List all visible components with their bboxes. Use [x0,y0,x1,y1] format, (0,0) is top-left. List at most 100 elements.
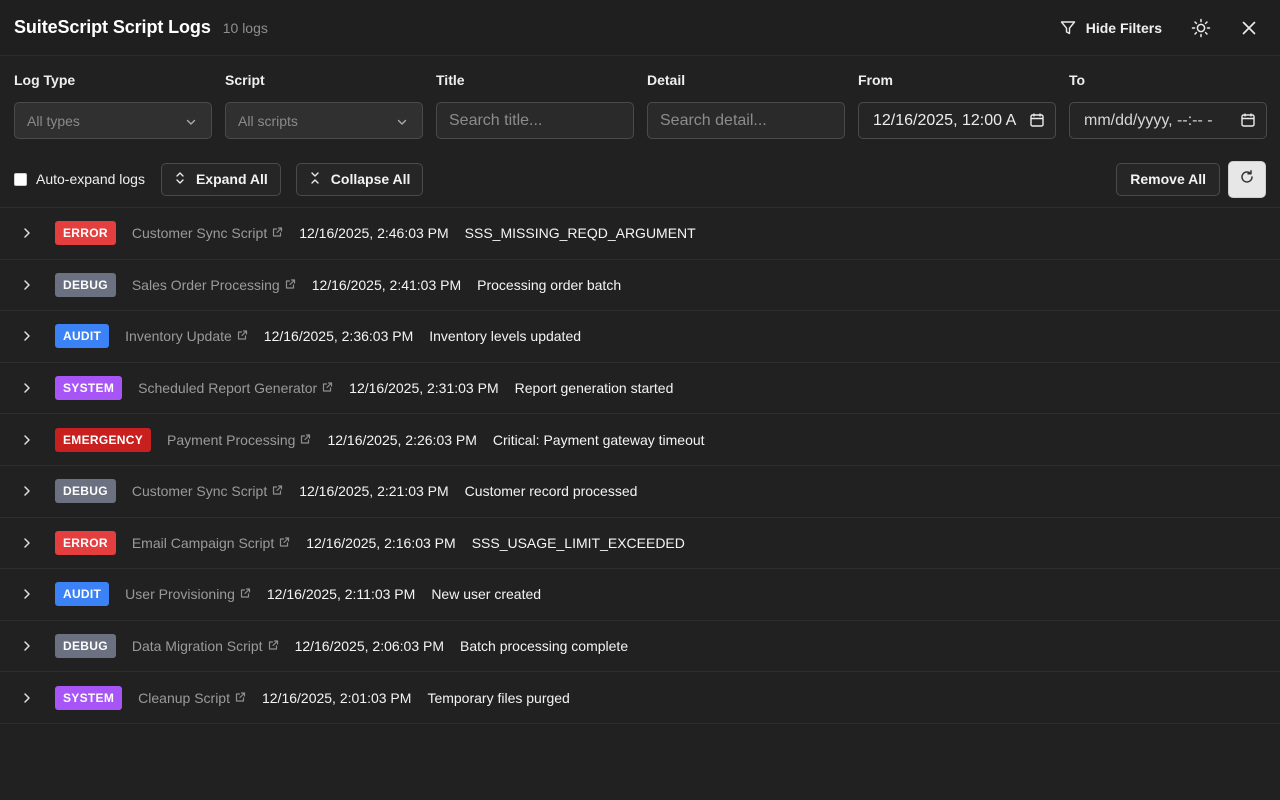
auto-expand-checkbox[interactable]: Auto-expand logs [14,171,145,187]
from-date-value: 12/16/2025, 12:00 A [873,111,1017,129]
script-name: Cleanup Script [138,689,230,706]
log-row[interactable]: SYSTEM Scheduled Report Generator 12/16/… [0,363,1280,415]
calendar-icon[interactable] [1027,112,1045,133]
from-filter: From 12/16/2025, 12:00 A [858,72,1056,139]
expand-all-label: Expand All [195,171,268,187]
checkbox-box[interactable] [14,172,27,186]
collapse-all-button[interactable]: Collapse All [295,162,424,196]
log-level-badge: ERROR [55,221,116,246]
script-name: Customer Sync Script [131,225,268,242]
log-level-badge: DEBUG [55,634,116,659]
chevron-right-icon[interactable] [20,278,34,292]
log-level-badge: ERROR [55,530,116,555]
log-timestamp: 12/16/2025, 2:41:03 PM [311,276,462,293]
chevron-down-icon [185,115,197,131]
refresh-icon [1239,169,1255,190]
log-timestamp: 12/16/2025, 2:31:03 PM [349,380,499,397]
log-timestamp: 12/16/2025, 2:36:03 PM [263,328,414,345]
log-level-badge: SYSTEM [55,376,123,401]
external-link-icon [268,638,279,654]
log-row[interactable]: AUDIT Inventory Update 12/16/2025, 2:36:… [0,311,1280,363]
script-link[interactable]: User Provisioning [125,586,251,602]
chevron-right-icon[interactable] [20,329,34,343]
expand-all-button[interactable]: Expand All [160,162,281,196]
theme-toggle-button[interactable] [1184,11,1218,45]
hide-filters-label: Hide Filters [1085,19,1162,36]
script-select[interactable]: All scripts [225,102,423,139]
calendar-icon[interactable] [1238,112,1256,133]
log-message: Critical: Payment gateway timeout [492,431,705,448]
log-level-badge: AUDIT [55,324,110,349]
log-message: Inventory levels updated [429,328,582,345]
chevron-right-icon[interactable] [20,691,34,705]
log-row[interactable]: DEBUG Data Migration Script 12/16/2025, … [0,621,1280,673]
script-link[interactable]: Payment Processing [167,432,311,448]
to-date-input[interactable]: mm/dd/yyyy, --:-- - [1069,102,1267,139]
script-link[interactable]: Cleanup Script [138,690,246,706]
from-label: From [858,72,893,88]
page-title: SuiteScript Script Logs [14,17,211,37]
external-link-icon [272,483,283,499]
log-message: Customer record processed [464,483,638,500]
external-link-icon [279,535,290,551]
log-message: SSS_USAGE_LIMIT_EXCEEDED [471,534,685,551]
log-type-label: Log Type [14,72,76,88]
log-count: 10 logs [222,19,268,36]
log-timestamp: 12/16/2025, 2:01:03 PM [261,689,412,706]
log-type-select[interactable]: All types [14,102,212,139]
script-filter: Script All scripts [225,72,423,139]
external-link-icon [322,380,333,396]
log-timestamp: 12/16/2025, 2:06:03 PM [294,638,445,655]
toolbar: Auto-expand logs Expand All Collapse All… [0,160,1280,198]
log-message: Batch processing complete [460,638,629,655]
close-button[interactable] [1232,11,1266,45]
hide-filters-button[interactable]: Hide Filters [1052,14,1170,42]
external-link-icon [237,328,248,344]
log-level-badge: DEBUG [55,272,116,297]
chevron-right-icon[interactable] [20,226,34,240]
log-row[interactable]: SYSTEM Cleanup Script 12/16/2025, 2:01:0… [0,672,1280,724]
detail-placeholder: Search detail... [660,111,767,129]
log-level-badge: DEBUG [55,479,116,504]
log-row[interactable]: ERROR Email Campaign Script 12/16/2025, … [0,518,1280,570]
chevron-right-icon[interactable] [20,484,34,498]
remove-all-label: Remove All [1130,171,1206,187]
log-row[interactable]: DEBUG Customer Sync Script 12/16/2025, 2… [0,466,1280,518]
script-link[interactable]: Customer Sync Script [132,483,283,499]
script-name: User Provisioning [125,586,235,603]
log-row[interactable]: AUDIT User Provisioning 12/16/2025, 2:11… [0,569,1280,621]
external-link-icon [235,690,246,706]
title-search-input[interactable]: Search title... [436,102,634,139]
log-row[interactable]: DEBUG Sales Order Processing 12/16/2025,… [0,260,1280,312]
detail-search-input[interactable]: Search detail... [647,102,845,139]
script-link[interactable]: Sales Order Processing [132,277,296,293]
script-link[interactable]: Inventory Update [125,328,248,344]
from-date-input[interactable]: 12/16/2025, 12:00 A [858,102,1056,139]
script-value: All scripts [238,112,298,129]
chevron-right-icon[interactable] [20,381,34,395]
detail-filter: Detail Search detail... [647,72,845,139]
to-label: To [1069,72,1086,88]
log-row[interactable]: ERROR Customer Sync Script 12/16/2025, 2… [0,208,1280,260]
chevron-right-icon[interactable] [20,639,34,653]
header: SuiteScript Script Logs 10 logs Hide Fil… [0,0,1280,56]
chevron-right-icon[interactable] [20,536,34,550]
log-type-filter: Log Type All types [14,72,212,139]
external-link-icon [240,586,251,602]
script-link[interactable]: Email Campaign Script [132,535,290,551]
sun-icon [1191,18,1211,38]
chevron-right-icon[interactable] [20,587,34,601]
close-icon [1241,20,1257,36]
collapse-all-label: Collapse All [330,171,411,187]
log-level-badge: SYSTEM [55,685,123,710]
external-link-icon [285,277,296,293]
refresh-button[interactable] [1228,160,1266,198]
log-message: SSS_MISSING_REQD_ARGUMENT [464,225,696,242]
script-link[interactable]: Data Migration Script [132,638,279,654]
log-timestamp: 12/16/2025, 2:11:03 PM [266,586,416,603]
script-link[interactable]: Scheduled Report Generator [138,380,333,396]
log-row[interactable]: EMERGENCY Payment Processing 12/16/2025,… [0,414,1280,466]
script-link[interactable]: Customer Sync Script [132,225,283,241]
chevron-right-icon[interactable] [20,433,34,447]
remove-all-button[interactable]: Remove All [1116,162,1220,196]
